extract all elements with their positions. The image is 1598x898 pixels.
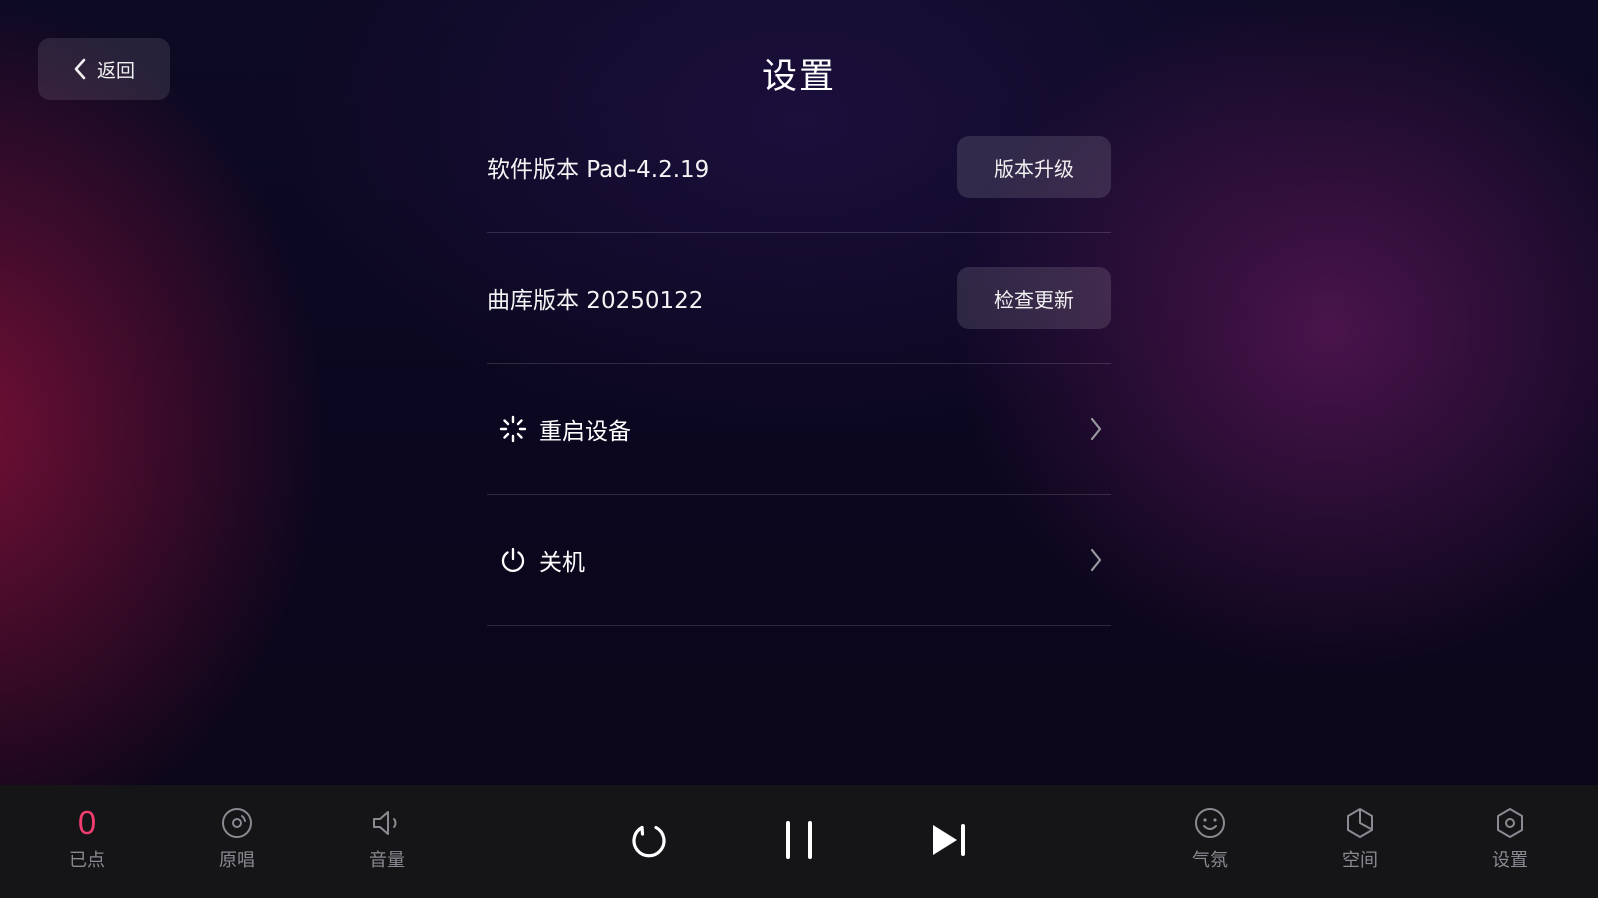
restart-device-label: 重启设备 (539, 419, 631, 445)
queued-label: 已点 (69, 850, 105, 871)
software-version-label: 软件版本 Pad-4.2.19 (487, 157, 710, 183)
original-vocal-label: 原唱 (219, 850, 255, 871)
restart-device-row[interactable]: 重启设备 (487, 364, 1111, 495)
settings-list: 软件版本 Pad-4.2.19 版本升级 曲库版本 20250122 检查更新 (487, 102, 1111, 626)
check-update-button[interactable]: 检查更新 (957, 267, 1111, 329)
volume-label: 音量 (369, 850, 405, 871)
replay-button[interactable] (619, 807, 679, 873)
space-label: 空间 (1342, 850, 1378, 871)
queued-count: 0 (77, 804, 97, 841)
smiley-icon (1194, 805, 1226, 841)
page-title: 设置 (761, 57, 836, 97)
original-vocal-tab[interactable]: 原唱 (192, 805, 282, 877)
volume-tab[interactable]: 音量 (342, 805, 432, 877)
bottom-control-bar: 0 已点 原唱 音量 气氛 空间 设置 (0, 785, 1598, 898)
software-version-row: 软件版本 Pad-4.2.19 版本升级 (487, 102, 1111, 233)
queued-songs-tab[interactable]: 0 已点 (42, 805, 132, 877)
shutdown-label: 关机 (539, 550, 585, 576)
loading-spinner-icon (499, 415, 527, 443)
replay-icon (629, 820, 669, 860)
library-version-row: 曲库版本 20250122 检查更新 (487, 233, 1111, 364)
speaker-icon (370, 805, 404, 841)
chevron-right-icon (1089, 417, 1103, 441)
library-version-label: 曲库版本 20250122 (487, 288, 704, 314)
next-track-icon (929, 820, 969, 860)
disc-icon (221, 805, 253, 841)
atmosphere-label: 气氛 (1192, 850, 1228, 871)
cube-icon (1344, 805, 1376, 841)
next-track-button[interactable] (919, 807, 979, 873)
shutdown-row[interactable]: 关机 (487, 495, 1111, 626)
pause-icon (781, 819, 817, 861)
hexagon-gear-icon (1494, 805, 1526, 841)
space-tab[interactable]: 空间 (1315, 805, 1405, 877)
atmosphere-tab[interactable]: 气氛 (1165, 805, 1255, 877)
settings-tab[interactable]: 设置 (1465, 805, 1555, 877)
settings-label: 设置 (1492, 850, 1528, 871)
pause-button[interactable] (769, 807, 829, 873)
chevron-right-icon (1089, 548, 1103, 572)
power-icon (499, 546, 527, 574)
upgrade-button[interactable]: 版本升级 (957, 136, 1111, 198)
